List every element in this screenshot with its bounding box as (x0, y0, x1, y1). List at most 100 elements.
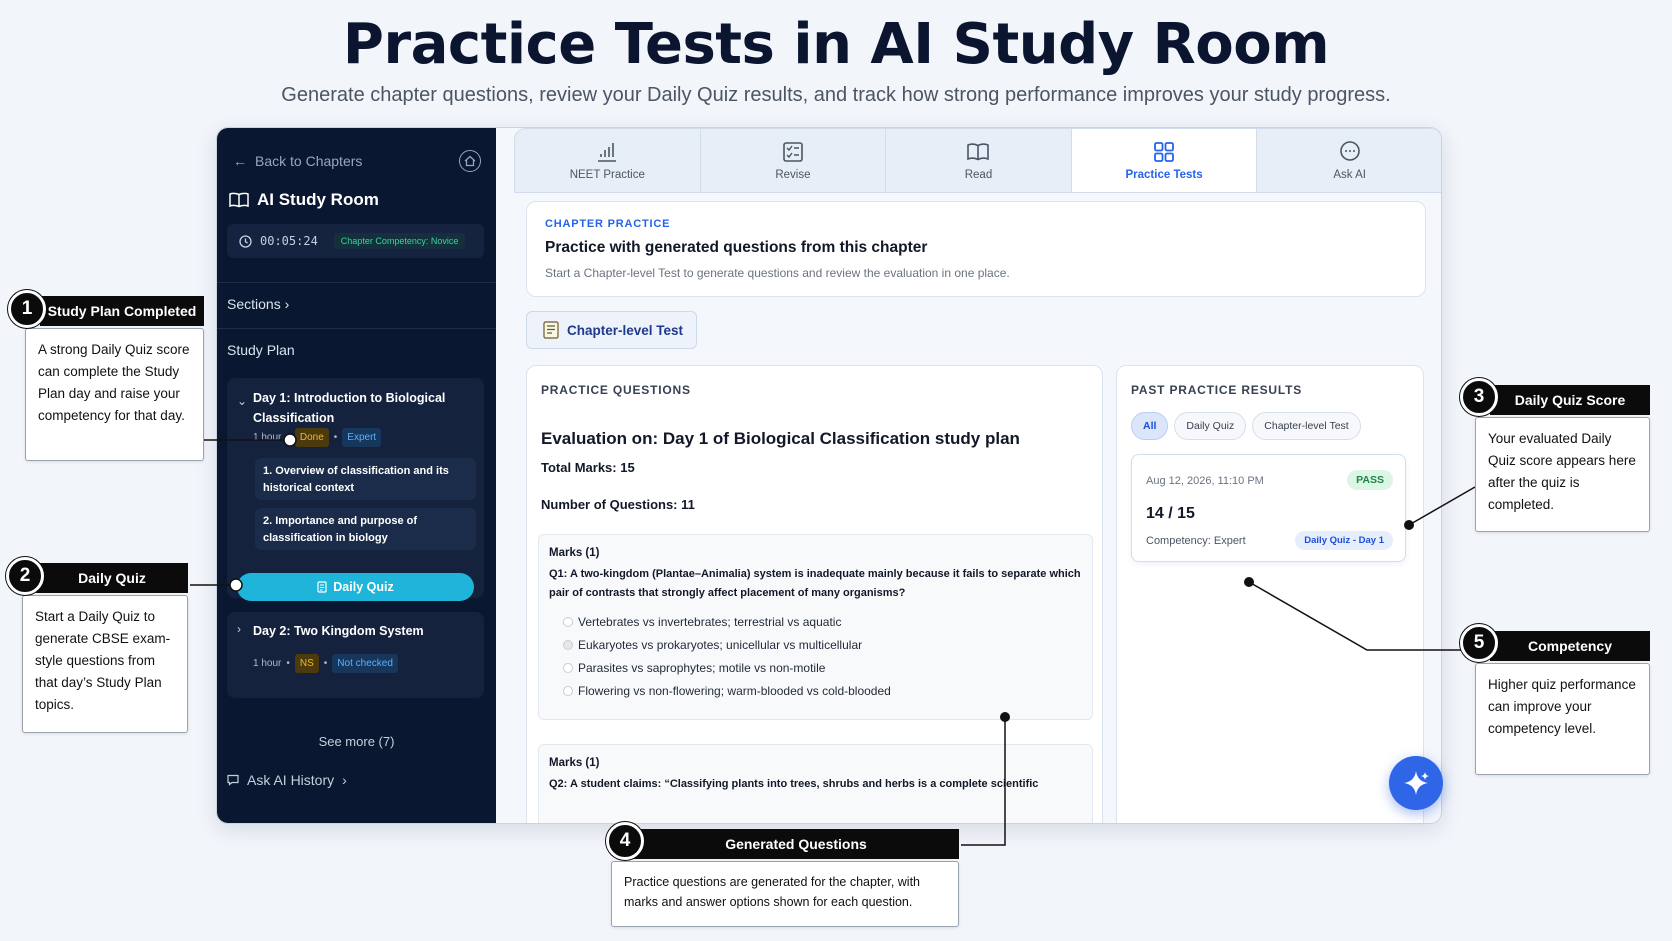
status-badge: NS (294, 654, 319, 673)
book-icon (967, 143, 990, 161)
practice-questions-label: PRACTICE QUESTIONS (541, 383, 691, 397)
pass-badge: PASS (1347, 470, 1393, 490)
day-title: Day 1: Introduction to Biological Classi… (253, 391, 446, 425)
day-card-1[interactable]: ⌄ Day 1: Introduction to Biological Clas… (227, 378, 484, 598)
question-card: Marks (1) Q2: A student claims: “Classif… (538, 744, 1093, 823)
clock-icon (239, 234, 252, 248)
answer-option[interactable]: Flowering vs non-flowering; warm-blooded… (563, 684, 891, 698)
quiz-icon (317, 581, 327, 593)
sections-link[interactable]: Sections › (227, 296, 289, 312)
callout-number: 5 (1460, 624, 1498, 662)
answer-option[interactable]: Vertebrates vs invertebrates; terrestria… (563, 615, 841, 629)
duration: 1 hour (253, 432, 282, 443)
divider (217, 282, 496, 283)
result-card[interactable]: Aug 12, 2026, 11:10 PM PASS 14 / 15 Comp… (1131, 454, 1406, 562)
tab-read[interactable]: Read (886, 129, 1072, 192)
topic-item[interactable]: 2. Importance and purpose of classificat… (255, 508, 476, 550)
chat-icon (227, 774, 239, 786)
filter-daily-quiz[interactable]: Daily Quiz (1174, 412, 1247, 440)
question-marks: Marks (1) (549, 547, 600, 559)
radio-icon (563, 686, 573, 696)
callout-number: 1 (8, 290, 46, 328)
callout-number: 2 (6, 557, 44, 595)
see-more-link[interactable]: See more (7) (217, 734, 496, 749)
total-marks: Total Marks: 15 (541, 460, 635, 475)
chapter-practice-card: CHAPTER PRACTICE Practice with generated… (526, 201, 1426, 297)
answer-option[interactable]: Parasites vs saprophytes; motile vs non-… (563, 661, 825, 675)
day-meta: 1 hour • NS • Not checked (253, 654, 398, 673)
radio-icon (563, 640, 573, 650)
hero-subtitle: Generate chapter questions, review your … (281, 84, 1391, 106)
practice-questions-card: PRACTICE QUESTIONS Evaluation on: Day 1 … (526, 365, 1103, 823)
chat-icon (1339, 141, 1360, 161)
hero-title: Practice Tests in AI Study Room (342, 12, 1330, 77)
tab-bar: NEET Practice Revise Read Practice Tests… (514, 128, 1441, 193)
duration: 1 hour (253, 658, 282, 669)
timer-box: 00:05:24 Chapter Competency: Novice (227, 224, 484, 258)
callout-body: A strong Daily Quiz score can complete t… (25, 328, 204, 461)
room-title: AI Study Room (229, 190, 379, 210)
home-button[interactable] (459, 150, 481, 172)
day-card-2[interactable]: › Day 2: Two Kingdom System 1 hour • NS … (227, 612, 484, 698)
ask-ai-history-link[interactable]: Ask AI History › (227, 772, 347, 788)
question-card: Marks (1) Q1: A two-kingdom (Plantae–Ani… (538, 534, 1093, 720)
day-title: Day 2: Two Kingdom System (253, 624, 424, 638)
sidebar: ← Back to Chapters AI Study Room 00:05:2… (217, 128, 496, 823)
callout-title: Daily Quiz (36, 563, 188, 593)
radio-icon (563, 663, 573, 673)
home-icon (464, 155, 476, 167)
callout-title: Generated Questions (633, 829, 959, 859)
back-to-chapters-link[interactable]: ← Back to Chapters (233, 153, 362, 169)
grid-icon (1154, 142, 1174, 162)
question-text: Q2: A student claims: “Classifying plant… (549, 778, 1039, 790)
result-score: 14 / 15 (1146, 505, 1195, 522)
tab-ask-ai[interactable]: Ask AI (1257, 129, 1441, 192)
evaluation-title: Evaluation on: Day 1 of Biological Class… (541, 429, 1020, 448)
chevron-down-icon[interactable]: ⌄ (237, 394, 247, 408)
tab-practice-tests[interactable]: Practice Tests (1071, 129, 1258, 192)
day-meta: 1 hour • Done • Expert (253, 428, 382, 447)
checklist-icon (783, 142, 803, 162)
level-badge: Not checked (332, 654, 398, 673)
chapter-practice-label: CHAPTER PRACTICE (545, 218, 671, 230)
callout-body: Start a Daily Quiz to generate CBSE exam… (22, 595, 188, 733)
callout-number: 4 (606, 822, 644, 860)
daily-quiz-button[interactable]: Daily Quiz (237, 573, 474, 601)
callout-title: Competency (1490, 631, 1650, 661)
app-window: ← Back to Chapters AI Study Room 00:05:2… (216, 127, 1442, 824)
callout-title: Daily Quiz Score (1490, 385, 1650, 415)
number-of-questions: Number of Questions: 11 (541, 497, 695, 512)
sparkle-icon (1404, 771, 1429, 795)
ai-assistant-button[interactable] (1389, 756, 1443, 810)
past-results-card: PAST PRACTICE RESULTS All Daily Quiz Cha… (1116, 365, 1424, 823)
main-panel: NEET Practice Revise Read Practice Tests… (496, 128, 1441, 823)
book-icon (229, 192, 249, 208)
result-type-badge: Daily Quiz - Day 1 (1295, 531, 1393, 550)
chapter-practice-subtitle: Start a Chapter-level Test to generate q… (545, 266, 1010, 280)
divider (217, 328, 496, 329)
tab-neet-practice[interactable]: NEET Practice (515, 129, 701, 192)
result-competency: Competency: Expert (1146, 535, 1246, 547)
level-badge: Expert (342, 428, 382, 447)
filter-all[interactable]: All (1131, 412, 1169, 440)
chapter-level-test-button[interactable]: Chapter-level Test (526, 311, 697, 349)
callout-title: Study Plan Completed (40, 296, 204, 326)
chevron-right-icon[interactable]: › (237, 622, 241, 636)
callout-body: Your evaluated Daily Quiz score appears … (1475, 417, 1650, 532)
answer-option[interactable]: Eukaryotes vs prokaryotes; unicellular v… (563, 638, 862, 652)
callout-number: 3 (1460, 378, 1498, 416)
radio-icon (563, 617, 573, 627)
filter-chapter-level-test[interactable]: Chapter-level Test (1252, 412, 1361, 440)
question-text: Q1: A two-kingdom (Plantae–Animalia) sys… (549, 568, 1081, 599)
arrow-left-icon: ← (233, 153, 247, 169)
past-results-label: PAST PRACTICE RESULTS (1131, 383, 1303, 397)
result-date: Aug 12, 2026, 11:10 PM (1146, 475, 1264, 487)
callout-body: Higher quiz performance can improve your… (1475, 663, 1650, 775)
topic-item[interactable]: 1. Overview of classification and its hi… (255, 458, 476, 500)
tab-revise[interactable]: Revise (701, 129, 887, 192)
status-badge: Done (294, 428, 329, 447)
question-marks: Marks (1) (549, 757, 600, 769)
result-filters: All Daily Quiz Chapter-level Test (1131, 412, 1361, 440)
test-sheet-icon (543, 321, 559, 339)
timer-value: 00:05:24 (260, 234, 318, 248)
